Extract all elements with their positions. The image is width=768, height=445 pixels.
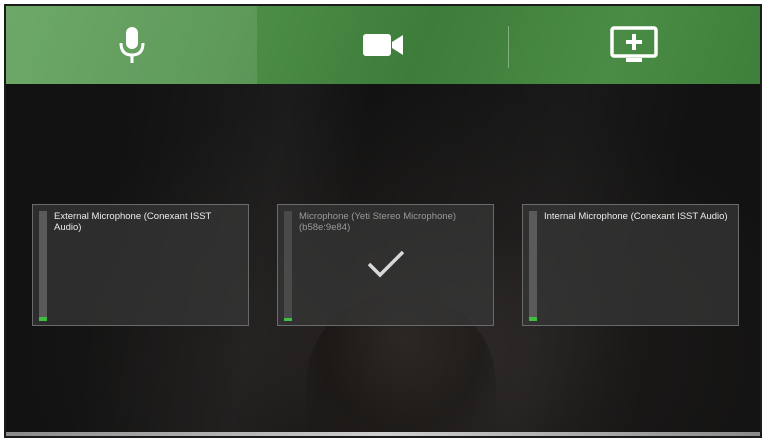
screen-share-icon [609, 25, 659, 65]
device-name: Internal Microphone (Conexant ISST Audio… [544, 211, 728, 222]
bottom-edge [6, 432, 760, 436]
device-card-external-microphone[interactable]: External Microphone (Conexant ISST Audio… [32, 204, 249, 326]
audio-level-meter [284, 211, 292, 321]
audio-level-fill [529, 316, 537, 321]
tab-camera[interactable] [257, 6, 509, 84]
media-toolbar [6, 6, 760, 84]
device-name: Microphone (Yeti Stereo Microphone) (b58… [299, 211, 457, 233]
device-card-internal-microphone[interactable]: Internal Microphone (Conexant ISST Audio… [522, 204, 739, 326]
video-camera-icon [361, 30, 405, 60]
device-name: External Microphone (Conexant ISST Audio… [54, 211, 212, 233]
tab-microphone[interactable] [6, 6, 258, 84]
audio-level-meter [529, 211, 537, 321]
checkmark-icon [366, 249, 406, 284]
app-window: External Microphone (Conexant ISST Audio… [4, 4, 762, 438]
audio-level-fill [39, 316, 47, 321]
audio-level-meter [39, 211, 47, 321]
device-card-yeti-microphone[interactable]: Microphone (Yeti Stereo Microphone) (b58… [277, 204, 494, 326]
tab-screen-share[interactable] [509, 6, 760, 84]
microphone-icon [117, 25, 147, 65]
audio-level-fill [284, 317, 292, 321]
camera-preview: External Microphone (Conexant ISST Audio… [6, 84, 760, 436]
